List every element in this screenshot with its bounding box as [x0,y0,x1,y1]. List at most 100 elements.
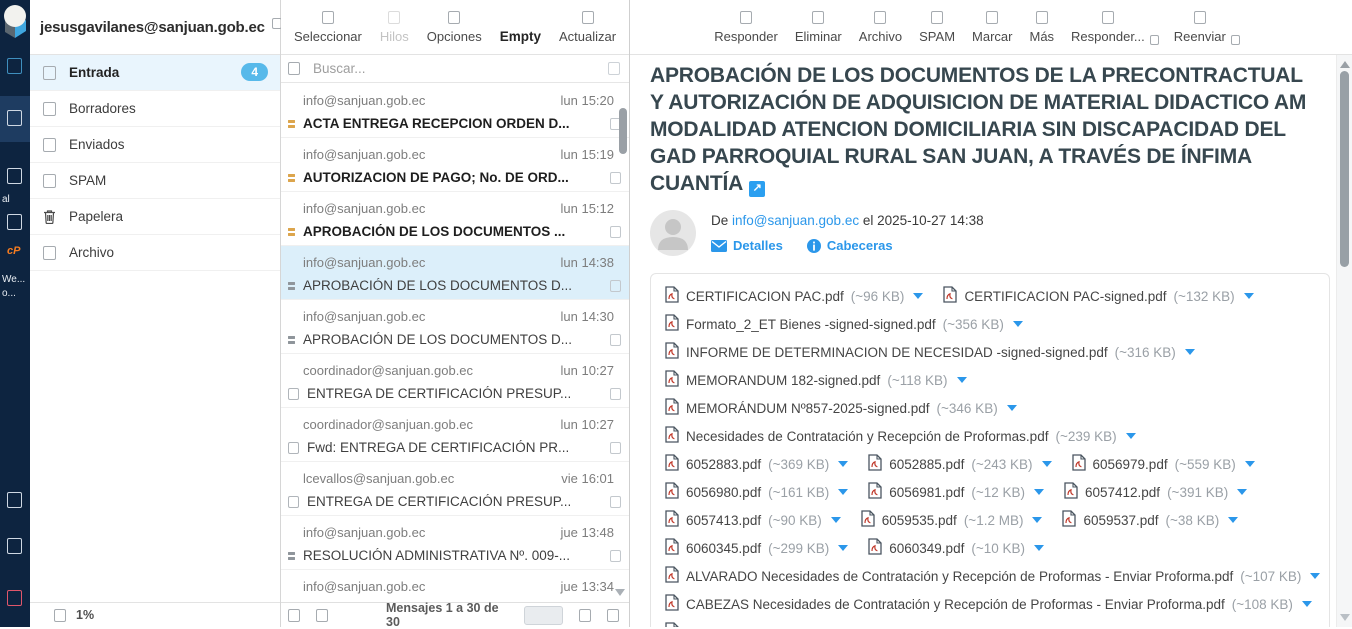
attachment-dropdown-caret[interactable] [957,377,967,383]
message-flag-icon[interactable] [610,388,621,400]
rail-icon-4[interactable] [7,492,22,508]
attachment-dropdown-caret[interactable] [1042,461,1052,467]
message-row[interactable]: info@sanjuan.gob.eclun 14:38APROBACIÓN D… [281,246,629,300]
message-flag-icon[interactable] [610,550,621,562]
attachment-item[interactable]: 6052883.pdf(~369 KB) [665,450,848,478]
scroll-down-arrow[interactable] [1340,614,1350,621]
reader-scrollbar[interactable] [1336,55,1352,627]
list-empty-button[interactable]: Empty [500,11,541,44]
rail-truncated-label-2[interactable]: We... [2,274,25,285]
search-options-icon[interactable] [608,62,620,75]
attachment-item[interactable]: MEMORÁNDUM Nº857-2025-signed.pdf(~346 KB… [665,394,1017,422]
attachment-item[interactable]: Formato_2_ET Bienes -signed-signed.pdf(~… [665,310,1023,338]
message-row[interactable]: info@sanjuan.gob.eclun 15:20ACTA ENTREGA… [281,84,629,138]
message-flag-icon[interactable] [610,226,621,238]
attachment-item[interactable]: 6052885.pdf(~243 KB) [868,450,1051,478]
sidebar-item-borradores[interactable]: Borradores [30,91,280,127]
attachment-dropdown-caret[interactable] [831,517,841,523]
sidebar-item-archivo[interactable]: Archivo [30,235,280,271]
attachment-item[interactable]: 6056979.pdf(~559 KB) [1072,450,1255,478]
attachment-item[interactable]: 6056981.pdf(~12 KB) [868,478,1044,506]
attachment-dropdown-caret[interactable] [838,545,848,551]
message-flag-icon[interactable] [610,334,621,346]
reader-más-button[interactable]: Más [1029,11,1054,44]
rail-icon-2[interactable] [7,168,22,184]
reader-responder-button[interactable]: Responder [714,11,778,44]
attachment-dropdown-caret[interactable] [1032,517,1042,523]
rail-icon-logout[interactable] [7,590,22,606]
attachment-dropdown-caret[interactable] [913,293,923,299]
attachment-dropdown-caret[interactable] [1228,517,1238,523]
attachment-dropdown-caret[interactable] [838,489,848,495]
footer-last-page-icon[interactable] [607,609,619,622]
scroll-up-arrow[interactable] [1340,61,1350,68]
attachment-dropdown-caret[interactable] [838,461,848,467]
sidebar-item-entrada[interactable]: Entrada4 [30,55,280,91]
message-row[interactable]: info@sanjuan.gob.ecjue 13:34 [281,570,629,602]
reader-reenviar-button[interactable]: Reenviar [1174,11,1226,44]
message-row[interactable]: info@sanjuan.gob.eclun 14:30APROBACIÓN D… [281,300,629,354]
attachment-dropdown-caret[interactable] [1013,321,1023,327]
reader-scrollbar-thumb[interactable] [1340,71,1349,267]
attachment-dropdown-caret[interactable] [1185,349,1195,355]
sidebar-item-spam[interactable]: SPAM [30,163,280,199]
message-flag-icon[interactable] [610,172,621,184]
attachment-item[interactable]: MEMORANDUM 182-signed.pdf(~118 KB) [665,366,967,394]
cpanel-logo[interactable]: cP [7,245,20,257]
attachment-item[interactable]: CABEZAS Necesidades de Contratación y Re… [665,590,1312,618]
headers-link[interactable]: Cabeceras [807,238,893,253]
reader-marcar-button[interactable]: Marcar [972,11,1012,44]
list-scroll-down-arrow[interactable] [615,589,625,596]
reader-responder-button[interactable]: Responder... [1071,11,1145,44]
attachment-item[interactable]: CARRERA Necesidades de Contratación y Re… [665,618,1313,627]
attachment-item[interactable]: INFORME DE DETERMINACION DE NECESIDAD -s… [665,338,1195,366]
rail-truncated-label-1[interactable]: al [2,194,10,205]
reader-spam-button[interactable]: SPAM [919,11,955,44]
rail-icon-5[interactable] [7,538,22,554]
list-seleccionar-button[interactable]: Seleccionar [294,11,362,44]
attachment-item[interactable]: 6060349.pdf(~10 KB) [868,534,1044,562]
message-flag-icon[interactable] [610,442,621,454]
rail-icon-3[interactable] [7,214,22,230]
footer-prev-page-icon[interactable] [316,609,328,622]
attachment-item[interactable]: ALVARADO Necesidades de Contratación y R… [665,562,1320,590]
toolbar-extra-dropdown-icon[interactable] [1231,35,1240,45]
select-all-checkbox[interactable] [288,62,300,75]
list-hilos-button[interactable]: Hilos [380,11,409,44]
attachment-item[interactable]: 6059537.pdf(~38 KB) [1062,506,1238,534]
rail-icon-1[interactable] [7,58,22,74]
attachment-dropdown-caret[interactable] [1302,601,1312,607]
attachment-dropdown-caret[interactable] [1034,545,1044,551]
rail-icon-active[interactable] [7,110,22,126]
account-email[interactable]: jesusgavilanes@sanjuan.gob.ec [40,19,265,36]
attachment-dropdown-caret[interactable] [1126,433,1136,439]
attachment-dropdown-caret[interactable] [1244,293,1254,299]
message-row[interactable]: coordinador@sanjuan.gob.eclun 10:27Fwd: … [281,408,629,462]
list-actualizar-button[interactable]: Actualizar [559,11,616,44]
footer-next-page-icon[interactable] [579,609,591,622]
list-opciones-button[interactable]: Opciones [427,11,482,44]
attachment-dropdown-caret[interactable] [1237,489,1247,495]
search-input[interactable] [311,60,597,77]
page-number-input[interactable] [524,606,563,625]
message-row[interactable]: info@sanjuan.gob.eclun 15:12APROBACIÓN D… [281,192,629,246]
message-row[interactable]: info@sanjuan.gob.eclun 15:19AUTORIZACION… [281,138,629,192]
sender-email-link[interactable]: info@sanjuan.gob.ec [732,213,859,228]
attachment-dropdown-caret[interactable] [1034,489,1044,495]
attachment-item[interactable]: 6057412.pdf(~391 KB) [1064,478,1247,506]
message-row[interactable]: info@sanjuan.gob.ecjue 13:48RESOLUCIÓN A… [281,516,629,570]
open-in-new-window-icon[interactable]: ↗ [749,181,765,197]
sidebar-item-papelera[interactable]: Papelera [30,199,280,235]
message-flag-icon[interactable] [610,280,621,292]
attachment-dropdown-caret[interactable] [1007,405,1017,411]
attachment-item[interactable]: CERTIFICACION PAC.pdf(~96 KB) [665,282,923,310]
message-row[interactable]: coordinador@sanjuan.gob.eclun 10:27ENTRE… [281,354,629,408]
toolbar-extra-dropdown-icon[interactable] [1150,35,1159,45]
attachment-item[interactable]: CERTIFICACION PAC-signed.pdf(~132 KB) [943,282,1253,310]
attachment-dropdown-caret[interactable] [1245,461,1255,467]
attachment-item[interactable]: 6060345.pdf(~299 KB) [665,534,848,562]
attachment-dropdown-caret[interactable] [1310,573,1320,579]
attachment-item[interactable]: Necesidades de Contratación y Recepción … [665,422,1136,450]
sidebar-item-enviados[interactable]: Enviados [30,127,280,163]
attachment-item[interactable]: 6057413.pdf(~90 KB) [665,506,841,534]
